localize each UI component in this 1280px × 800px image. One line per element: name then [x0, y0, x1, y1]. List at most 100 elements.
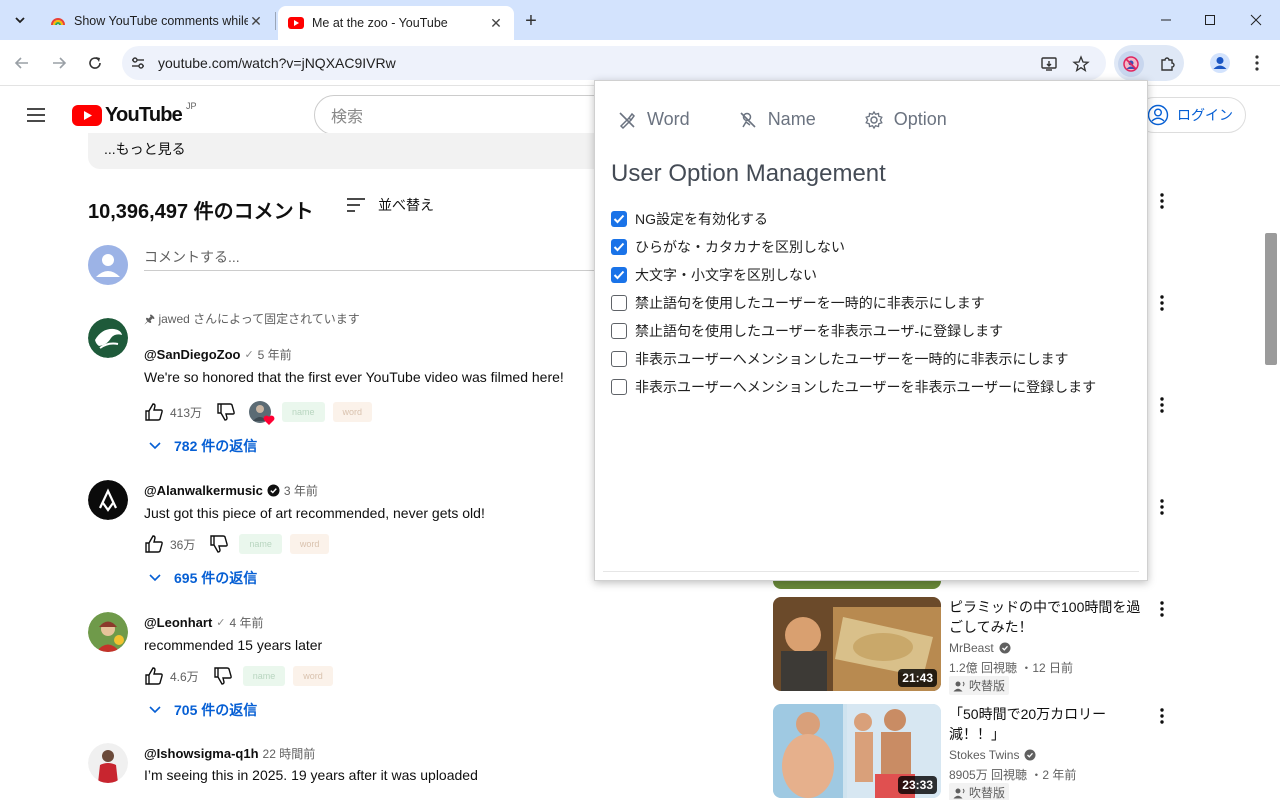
ng-name-button[interactable]: name: [242, 666, 286, 686]
profile-button[interactable]: [1208, 51, 1232, 75]
address-bar[interactable]: youtube.com/watch?v=jNQXAC9IVRw: [122, 46, 1106, 80]
extensions-button[interactable]: [1156, 51, 1180, 75]
check-icon: ✓: [244, 349, 254, 361]
video-menu-button[interactable]: [1152, 189, 1172, 213]
tab-search-button[interactable]: [8, 8, 32, 32]
video-menu-button[interactable]: [1152, 393, 1172, 417]
comment-text: I’m seeing this in 2025. 19 years after …: [144, 767, 478, 783]
comment-time[interactable]: 4 年前: [230, 614, 264, 631]
video-duration: 23:33: [898, 776, 937, 794]
tab-name[interactable]: Name: [738, 109, 816, 130]
browser-menu-button[interactable]: [1247, 51, 1267, 75]
back-button[interactable]: [10, 51, 34, 75]
new-tab-button[interactable]: +: [520, 10, 542, 32]
comment-author[interactable]: @Alanwalkermusic: [144, 483, 263, 498]
checkbox-unchecked[interactable]: [611, 323, 627, 339]
checkbox-unchecked[interactable]: [611, 379, 627, 395]
option-kana-insensitive[interactable]: ひらがな・カタカナを区別しない: [611, 233, 1096, 261]
arrow-right-icon: [53, 57, 67, 69]
checkbox-checked[interactable]: [611, 267, 627, 283]
sort-button[interactable]: 並べ替え: [346, 195, 434, 215]
install-app-icon[interactable]: [1040, 55, 1058, 73]
dubbed-badge: 吹替版: [949, 676, 1010, 695]
tab-show-youtube-comments[interactable]: Show YouTube comments while ✕: [40, 6, 274, 36]
close-tab-icon[interactable]: ✕: [488, 15, 504, 31]
close-tab-icon[interactable]: ✕: [248, 13, 264, 29]
chevron-down-icon: [15, 17, 25, 24]
checkbox-checked[interactable]: [611, 239, 627, 255]
comment-author[interactable]: @Leonhart: [144, 615, 212, 630]
dislike-icon[interactable]: [216, 402, 236, 422]
ng-name-button[interactable]: name: [239, 534, 282, 554]
replies-label: 782 件の返信: [174, 438, 258, 454]
hamburger-icon: [27, 108, 45, 122]
dislike-icon[interactable]: [213, 666, 233, 686]
option-enable-ng[interactable]: NG設定を有効化する: [611, 205, 1096, 233]
comment-time[interactable]: 22 時間前: [263, 745, 316, 762]
tab-option[interactable]: Option: [864, 109, 947, 130]
login-button[interactable]: ログイン: [1136, 97, 1246, 133]
forward-button[interactable]: [47, 51, 71, 75]
tab-me-at-the-zoo[interactable]: Me at the zoo - YouTube ✕: [278, 6, 514, 40]
minimize-button[interactable]: [1144, 6, 1188, 34]
avatar[interactable]: [88, 612, 128, 652]
comment-actions: 4.6万 name word: [144, 666, 333, 686]
avatar[interactable]: [88, 743, 128, 783]
bookmark-star-icon[interactable]: [1072, 55, 1090, 73]
badge-label: 吹替版: [969, 786, 1006, 800]
replies-toggle[interactable]: 695 件の返信: [148, 568, 257, 588]
ng-word-button[interactable]: word: [289, 534, 330, 554]
checkbox-unchecked[interactable]: [611, 351, 627, 367]
ng-extension-button[interactable]: [1118, 51, 1144, 77]
checkmark-icon: [613, 270, 625, 280]
like-icon[interactable]: [144, 666, 164, 686]
like-icon[interactable]: [144, 534, 164, 554]
video-channel[interactable]: MrBeast: [949, 641, 1011, 655]
replies-toggle[interactable]: 782 件の返信: [148, 436, 257, 456]
option-case-insensitive[interactable]: 大文字・小文字を区別しない: [611, 261, 1096, 289]
maximize-button[interactable]: [1188, 6, 1232, 34]
video-thumbnail[interactable]: 23:33: [773, 704, 941, 798]
video-title[interactable]: ピラミッドの中で100時間を過ごしてみた！: [949, 597, 1145, 637]
video-menu-button[interactable]: [1152, 495, 1172, 519]
video-menu-button[interactable]: [1152, 597, 1172, 621]
dislike-icon[interactable]: [209, 534, 229, 554]
video-title[interactable]: 「50時間で20万カロリー減！！」: [949, 704, 1145, 744]
tab-title: Show YouTube comments while: [74, 14, 248, 28]
option-label: NG設定を有効化する: [635, 211, 768, 227]
option-register-mention-users[interactable]: 非表示ユーザーへメンションしたユーザーを非表示ユーザーに登録します: [611, 373, 1096, 401]
reload-button[interactable]: [83, 51, 107, 75]
ng-word-button[interactable]: word: [332, 402, 373, 422]
tab-word[interactable]: Word: [617, 109, 690, 130]
checkbox-checked[interactable]: [611, 211, 627, 227]
close-window-button[interactable]: [1234, 6, 1278, 34]
video-menu-button[interactable]: [1152, 291, 1172, 315]
guide-menu-button[interactable]: [24, 103, 48, 127]
description-more-button[interactable]: ...もっと見る: [88, 133, 608, 169]
option-temp-hide-mention-users[interactable]: 非表示ユーザーへメンションしたユーザーを一時的に非表示にします: [611, 345, 1096, 373]
video-thumbnail[interactable]: 21:43: [773, 597, 941, 691]
search-input[interactable]: 検索: [314, 95, 604, 135]
page-scrollbar-thumb[interactable]: [1265, 233, 1277, 365]
option-register-ng-word-users[interactable]: 禁止語句を使用したユーザーを非表示ユーザ-に登録します: [611, 317, 1096, 345]
comment-author[interactable]: @Ishowsigma-q1h: [144, 746, 259, 761]
video-menu-button[interactable]: [1152, 704, 1172, 728]
avatar[interactable]: [88, 480, 128, 520]
youtube-logo[interactable]: YouTube JP: [72, 101, 197, 127]
ng-name-button[interactable]: name: [282, 402, 325, 422]
add-comment-input[interactable]: コメントする...: [144, 245, 596, 271]
checkbox-unchecked[interactable]: [611, 295, 627, 311]
site-info-icon[interactable]: [130, 55, 146, 71]
replies-toggle[interactable]: 705 件の返信: [148, 700, 257, 720]
comment-author[interactable]: @SanDiegoZoo: [144, 347, 240, 362]
avatar[interactable]: [88, 318, 128, 358]
check-icon: ✓: [216, 617, 226, 629]
option-temp-hide-ng-word-users[interactable]: 禁止語句を使用したユーザーを一時的に非表示にします: [611, 289, 1096, 317]
comment-time[interactable]: 3 年前: [284, 482, 318, 499]
tab-name-label: Name: [767, 109, 816, 129]
like-icon[interactable]: [144, 402, 164, 422]
puzzle-icon: [1161, 57, 1175, 71]
comment-time[interactable]: 5 年前: [258, 346, 292, 363]
video-channel[interactable]: Stokes Twins: [949, 748, 1036, 762]
ng-word-button[interactable]: word: [293, 666, 333, 686]
